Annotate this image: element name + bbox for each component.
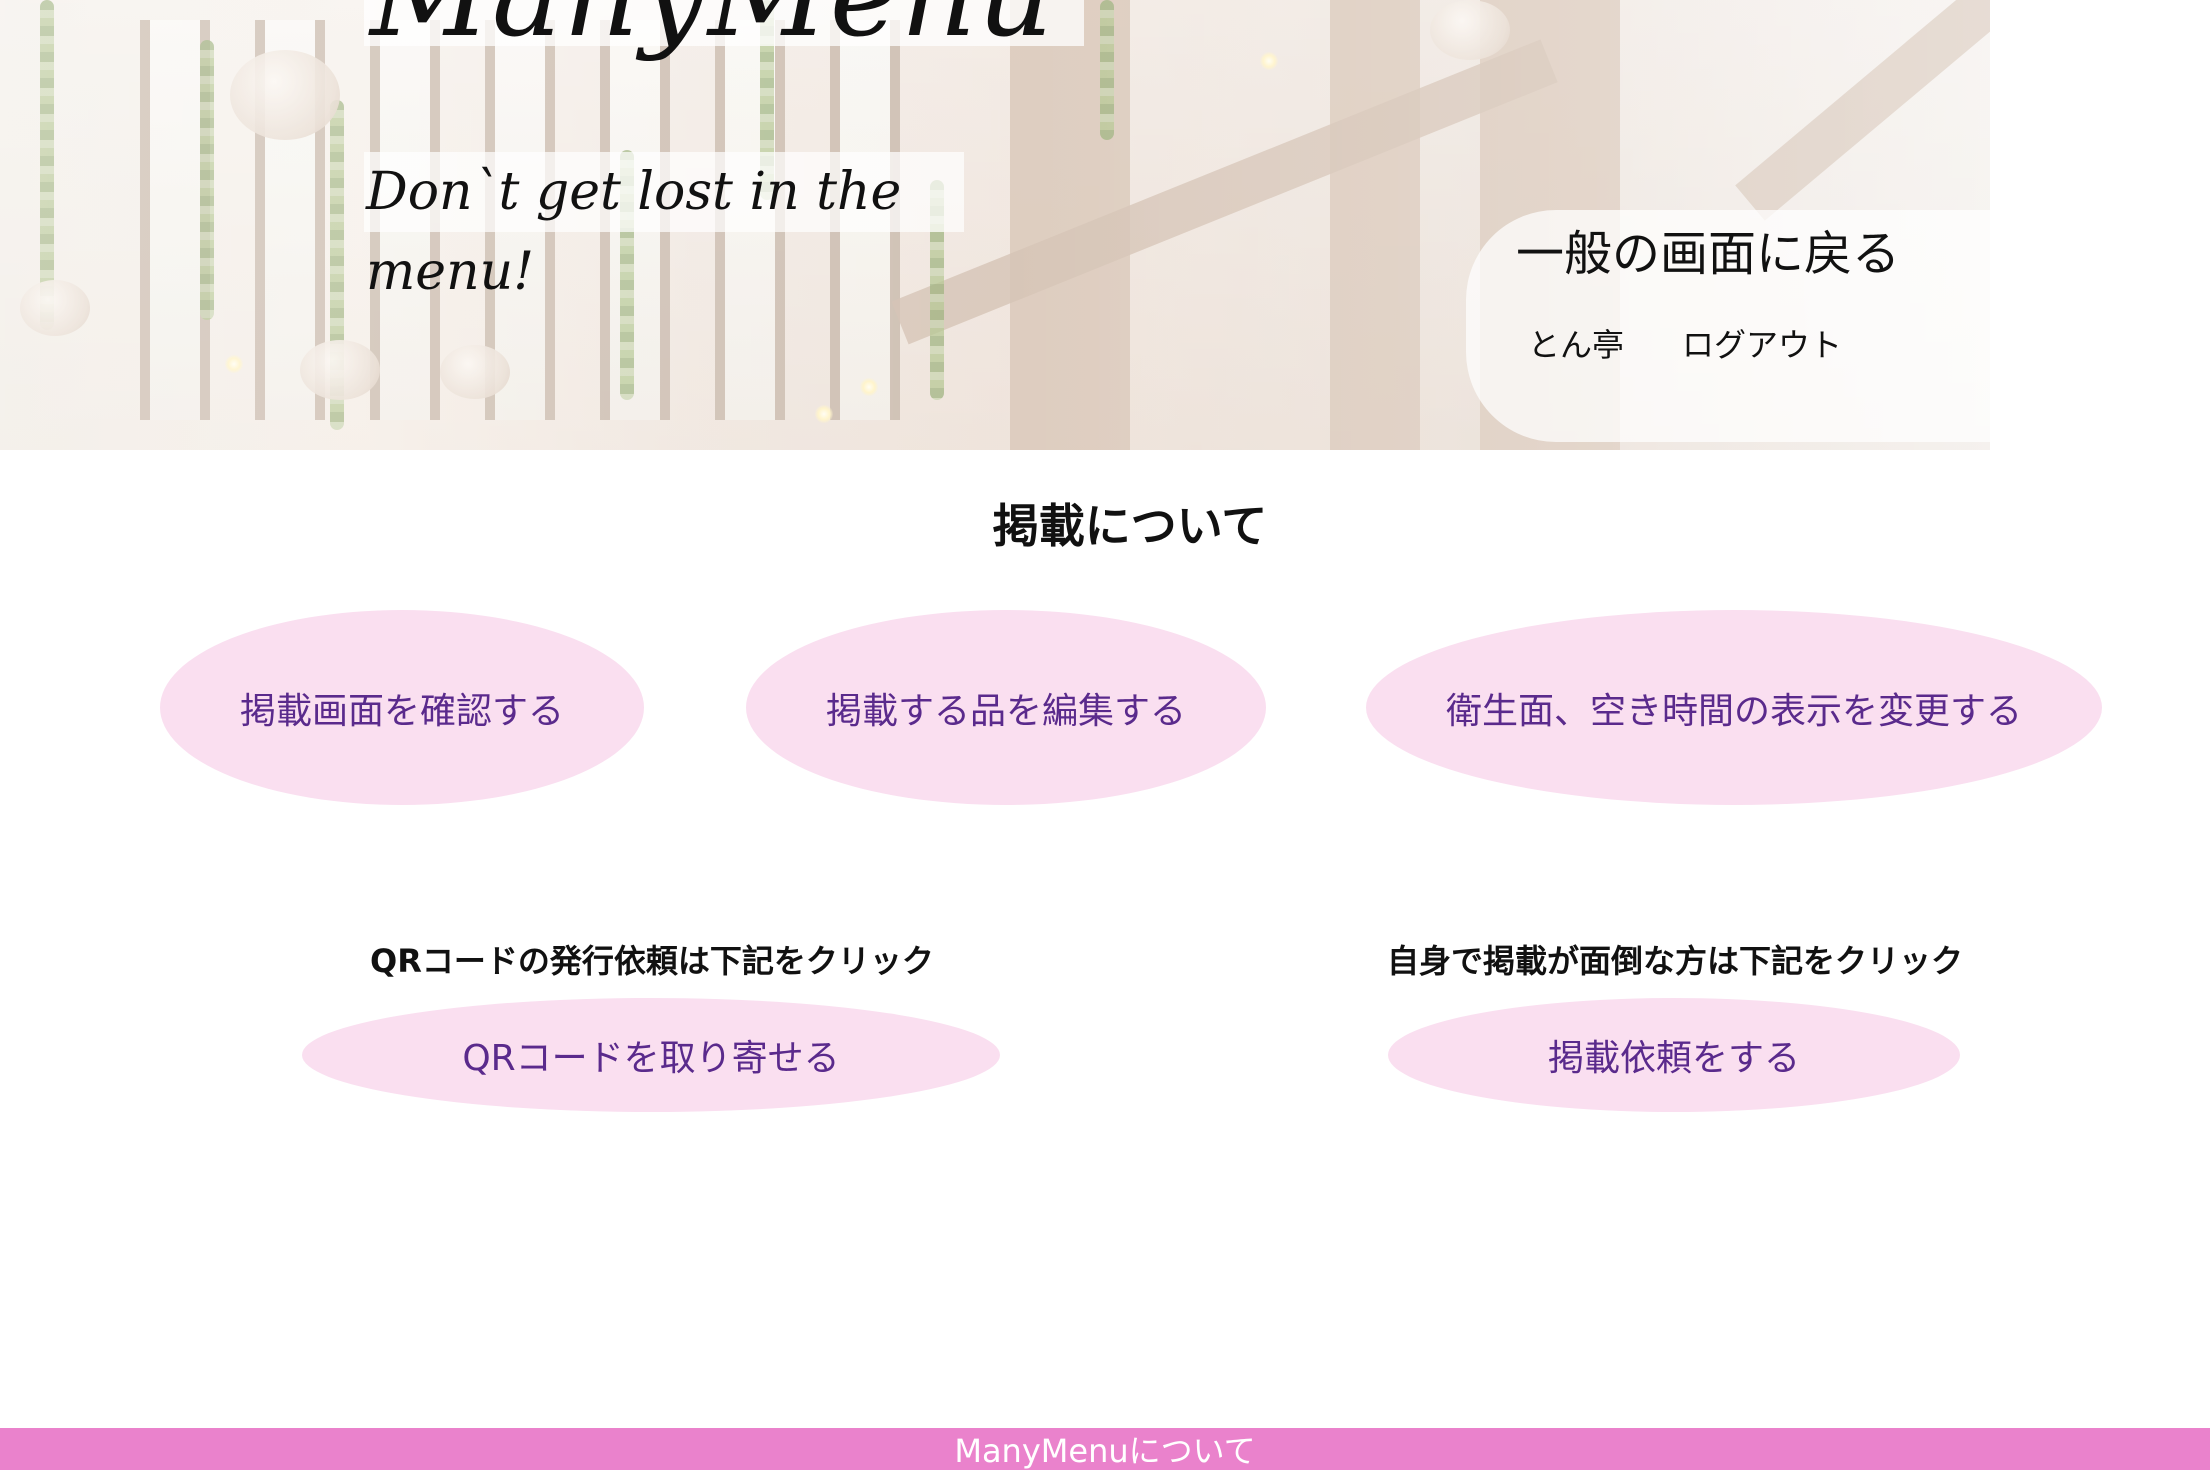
- about-manymenu-link[interactable]: ManyMenuについて: [954, 1428, 1255, 1470]
- listing-request-button[interactable]: 掲載依頼をする: [1388, 998, 1960, 1112]
- header-nav: 一般の画面に戻る とん亭 ログアウト: [1466, 210, 1990, 442]
- back-to-general-link[interactable]: 一般の画面に戻る: [1516, 218, 1900, 290]
- hygiene-display-label: 衛生面、空き時間の表示を変更する: [1445, 690, 2022, 732]
- view-listing-button[interactable]: 掲載画面を確認する: [160, 610, 644, 805]
- section-title: 掲載について: [992, 499, 1268, 553]
- logout-link[interactable]: ログアウト: [1682, 320, 1842, 370]
- brand-title: ManyMenu: [364, 0, 1085, 53]
- qr-request-button[interactable]: QRコードを取り寄せる: [302, 998, 1000, 1112]
- qr-request-label: QRコードを取り寄せる: [462, 1038, 840, 1079]
- page: ManyMenu Don`t get lost in the menu! 一般の…: [0, 0, 2210, 1470]
- listing-request-label: 掲載依頼をする: [1547, 1038, 1800, 1079]
- qr-hint: QRコードの発行依頼は下記をクリック: [370, 942, 934, 980]
- view-listing-label: 掲載画面を確認する: [239, 690, 564, 732]
- hygiene-display-button[interactable]: 衛生面、空き時間の表示を変更する: [1366, 610, 2102, 805]
- hero-banner: ManyMenu Don`t get lost in the menu! 一般の…: [0, 0, 1990, 450]
- footer: ManyMenuについて: [0, 1428, 2210, 1470]
- brand-tagline: Don`t get lost in the menu!: [364, 152, 964, 302]
- shop-name: とん亭: [1528, 326, 1625, 364]
- edit-items-button[interactable]: 掲載する品を編集する: [746, 610, 1266, 805]
- listing-request-hint: 自身で掲載が面倒な方は下記をクリック: [1387, 942, 1964, 980]
- edit-items-label: 掲載する品を編集する: [825, 690, 1186, 732]
